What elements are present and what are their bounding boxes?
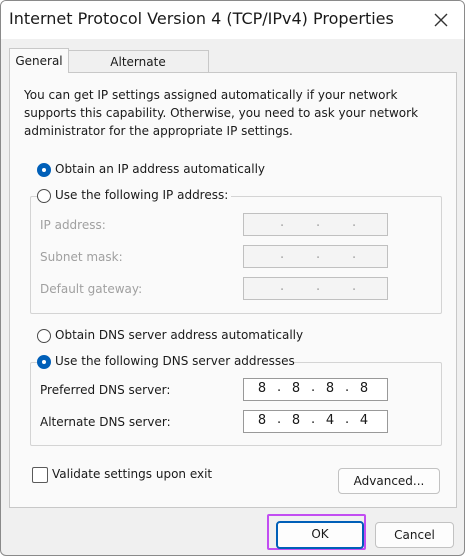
ip-address-field[interactable]: . . . [243,213,388,236]
cancel-button[interactable]: Cancel [375,522,454,548]
obtain-dns-auto-label: Obtain DNS server address automatically [55,328,304,342]
use-following-ip-radio[interactable]: Use the following IP address: [37,188,231,203]
preferred-dns-label: Preferred DNS server: [40,383,171,397]
obtain-ip-auto-label: Obtain an IP address automatically [55,162,266,176]
validate-settings-checkbox[interactable] [32,467,48,483]
validate-settings-label: Validate settings upon exit [52,467,213,481]
dialog-window: Internet Protocol Version 4 (TCP/IPv4) P… [0,0,465,556]
alternate-dns-label: Alternate DNS server: [40,415,171,429]
window-title: Internet Protocol Version 4 (TCP/IPv4) P… [9,9,394,28]
use-following-dns-radio[interactable]: Use the following DNS server addresses [37,354,295,369]
general-tab-panel: You can get IP settings assigned automat… [9,72,457,508]
ip-address-label: IP address: [40,218,106,232]
subnet-mask-field[interactable]: . . . [243,245,388,268]
description-text: You can get IP settings assigned automat… [24,88,419,138]
close-icon[interactable] [430,9,452,31]
default-gateway-field[interactable]: . . . [243,277,388,300]
alternate-dns-field[interactable]: 8 . 8 . 4 . 4 [243,410,388,433]
default-gateway-label: Default gateway: [40,282,143,296]
title-bar: Internet Protocol Version 4 (TCP/IPv4) P… [1,1,464,39]
advanced-button[interactable]: Advanced... [338,468,440,494]
preferred-dns-field[interactable]: 8 . 8 . 8 . 8 [243,378,388,401]
ok-button[interactable]: OK [276,521,364,549]
tab-general[interactable]: General [9,48,69,73]
subnet-mask-label: Subnet mask: [40,250,123,264]
tab-alternate-configuration[interactable]: Alternate Configuration [67,50,209,91]
dns-server-group [30,362,442,446]
use-following-dns-label: Use the following DNS server addresses [55,354,295,368]
use-following-ip-label: Use the following IP address: [55,188,229,202]
